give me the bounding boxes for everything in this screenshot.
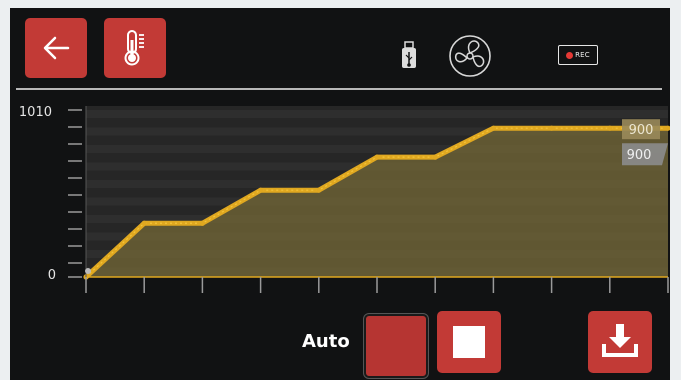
grid-band: [86, 110, 668, 118]
y-max-label: 1010: [19, 105, 52, 120]
toolbar-divider: [16, 88, 662, 90]
fan-icon: [447, 33, 493, 79]
back-button[interactable]: [25, 18, 87, 78]
start-point: [85, 268, 91, 274]
stop-button[interactable]: [437, 311, 501, 373]
marker-label: 900: [629, 123, 654, 138]
usb-icon: [400, 40, 418, 74]
record-dot-icon: [566, 51, 574, 59]
data-point: [549, 125, 555, 131]
data-point: [141, 220, 147, 226]
auto-label: Auto: [302, 331, 350, 352]
data-point: [490, 125, 496, 131]
data-point: [607, 125, 613, 131]
rec-label: REC: [575, 51, 590, 59]
device-screen: REC 1010 0 900 900 Auto: [10, 8, 670, 380]
auto-button[interactable]: [364, 314, 428, 378]
arrow-left-icon: [38, 30, 74, 66]
data-point: [432, 154, 438, 160]
top-toolbar: REC: [10, 8, 670, 90]
stop-icon: [453, 326, 485, 358]
marker-label: 900: [627, 148, 652, 163]
data-point: [258, 187, 264, 193]
download-icon: [600, 320, 640, 364]
thermometer-icon: [118, 28, 152, 68]
data-point: [199, 220, 205, 226]
data-point: [374, 154, 380, 160]
rec-indicator: REC: [558, 45, 598, 65]
y-min-label: 0: [48, 268, 56, 283]
chart-canvas: 1010 0 900 900: [19, 105, 670, 293]
download-button[interactable]: [588, 311, 652, 373]
temperature-chart: 1010 0 900 900: [10, 94, 670, 306]
temperature-button[interactable]: [104, 18, 166, 78]
data-point: [316, 187, 322, 193]
